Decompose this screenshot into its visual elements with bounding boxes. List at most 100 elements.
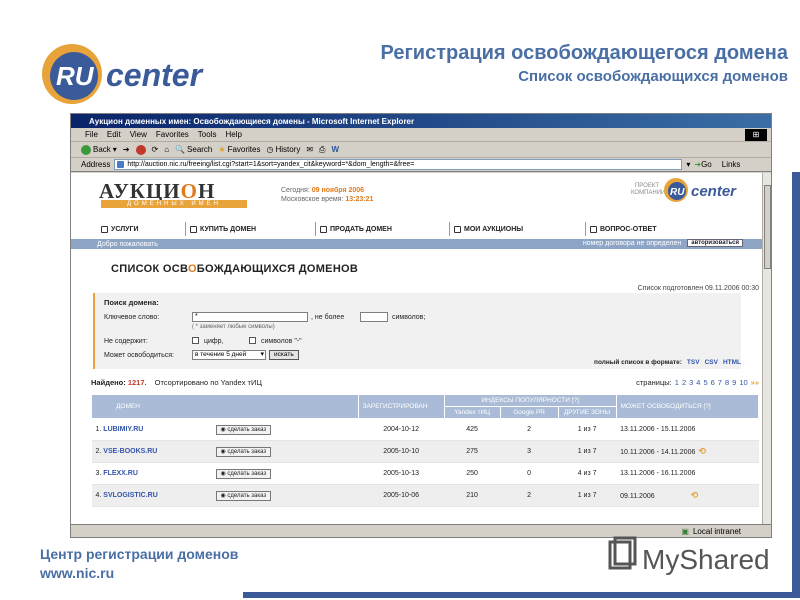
ru-center-small-logo[interactable]: RU center xyxy=(663,177,757,203)
address-input[interactable]: http://auction.nic.ru/freeing/list.cgi?s… xyxy=(114,159,683,170)
back-arrow-icon xyxy=(81,144,91,155)
registered-date: 2005-10-10 xyxy=(358,440,445,463)
exclude-digits-checkbox[interactable] xyxy=(192,337,199,344)
welcome-bar: Добро пожаловать номер договора не опред… xyxy=(71,239,763,249)
page-1-link[interactable]: 1 xyxy=(675,378,679,388)
intranet-icon: ▣ xyxy=(681,526,689,536)
nav-services[interactable]: УСЛУГИ xyxy=(97,222,185,236)
domain-link[interactable]: LUBIMIY.RU xyxy=(103,426,143,433)
table-row: 1. LUBIMIY.RU ◉ сделать заказ 2004-10-12… xyxy=(91,418,759,441)
col-registered-header[interactable]: ЗАРЕГИСТРИРОВАН xyxy=(357,394,445,419)
col-google-header[interactable]: Google PR xyxy=(499,406,559,419)
menu-edit[interactable]: Edit xyxy=(107,130,121,139)
refresh-button[interactable]: ⟳ xyxy=(152,145,159,154)
login-button[interactable]: авторизоваться xyxy=(687,239,743,247)
keyword-input[interactable]: * xyxy=(192,312,308,322)
menu-help[interactable]: Help xyxy=(225,130,241,139)
menu-file[interactable]: File xyxy=(85,130,98,139)
go-button[interactable]: ➔Go xyxy=(694,160,711,169)
search-submit-button[interactable]: искать xyxy=(269,350,299,360)
nav-faq[interactable]: ВОПРОС-ОТВЕТ xyxy=(585,222,737,236)
order-button[interactable]: ◉ сделать заказ xyxy=(215,446,272,457)
history-button[interactable]: ◷ History xyxy=(266,145,300,154)
refresh-icon: ⟳ xyxy=(151,145,159,154)
edit-button[interactable]: W xyxy=(331,145,339,154)
col-domain-header[interactable]: ДОМЕН xyxy=(91,394,359,419)
free-period-select[interactable]: в течение 5 дней xyxy=(192,350,266,360)
browser-toolbar: Back ▾ ➔ ⟳ ⌂ 🔍 Search ★ Favorites ◷ History… xyxy=(71,142,771,158)
ru-center-logo: RU center xyxy=(42,44,204,104)
page-4-link[interactable]: 4 xyxy=(696,378,700,388)
domain-link[interactable]: FLEXX.RU xyxy=(103,470,138,477)
nav-sell-domain[interactable]: ПРОДАТЬ ДОМЕН xyxy=(315,222,449,236)
free-period-value: 09.11.2006 xyxy=(620,493,655,500)
menu-tools[interactable]: Tools xyxy=(198,130,217,139)
exclude-label: Не содержит: xyxy=(104,338,148,345)
svg-text:center: center xyxy=(106,57,204,93)
row-number: 1. xyxy=(95,426,102,433)
order-button[interactable]: ◉ сделать заказ xyxy=(215,424,272,435)
page-9-link[interactable]: 9 xyxy=(732,378,736,388)
site-header: АУКЦИОН ДОМЕННЫХ ИМЕН Сегодня: 09 ноября… xyxy=(71,173,763,213)
services-icon xyxy=(101,225,108,233)
export-html-link[interactable]: HTML xyxy=(723,359,741,366)
favorites-button[interactable]: ★ Favorites xyxy=(218,145,260,154)
vertical-scrollbar[interactable] xyxy=(762,173,771,525)
col-yandex-header[interactable]: Yandex тИЦ xyxy=(443,406,501,419)
search-button[interactable]: 🔍 Search xyxy=(175,145,212,154)
menu-view[interactable]: View xyxy=(130,130,147,139)
stop-button[interactable] xyxy=(135,144,146,155)
star-icon: ★ xyxy=(218,145,226,154)
list-prepared-date: Список подготовлен 09.11.2006 00:30 xyxy=(637,285,759,292)
scrollbar-thumb[interactable] xyxy=(764,185,771,269)
refresh-status-icon: ⟲ xyxy=(698,446,706,456)
page-10-link[interactable]: 10 xyxy=(739,378,747,388)
browser-menubar: File Edit View Favorites Tools Help ⊞ xyxy=(71,128,771,142)
sell-icon xyxy=(320,225,327,233)
col-popularity-header[interactable]: ИНДЕКСЫ ПОПУЛЯРНОСТИ [?] xyxy=(443,394,617,407)
export-tsv-link[interactable]: TSV xyxy=(687,359,700,366)
page-7-link[interactable]: 7 xyxy=(718,378,722,388)
export-formats: полный список в формате: TSV CSV HTML xyxy=(594,359,741,366)
nav-my-auctions[interactable]: МОИ АУКЦИОНЫ xyxy=(449,222,585,236)
col-zones-header[interactable]: ДРУГИЕ ЗОНЫ xyxy=(557,406,617,419)
order-button[interactable]: ◉ сделать заказ xyxy=(215,490,272,501)
export-csv-link[interactable]: CSV xyxy=(705,359,718,366)
footer-org: Центр регистрации доменов xyxy=(40,546,239,562)
status-zone: Local intranet xyxy=(692,526,741,536)
keyword-label: Ключевое слово: xyxy=(104,314,160,321)
address-dropdown-icon[interactable]: ▾ xyxy=(686,160,690,169)
page-2-link[interactable]: 2 xyxy=(682,378,686,388)
links-button[interactable]: Links xyxy=(722,160,741,169)
domain-link[interactable]: SVLOGISTIC.RU xyxy=(103,492,157,499)
page-3-link[interactable]: 3 xyxy=(689,378,693,388)
home-button[interactable]: ⌂ xyxy=(164,145,169,154)
found-count: 1217. xyxy=(127,378,147,387)
page-6-link[interactable]: 6 xyxy=(711,378,715,388)
page-8-link[interactable]: 8 xyxy=(725,378,729,388)
table-header-row: ДОМЕН ЗАРЕГИСТРИРОВАН ИНДЕКСЫ ПОПУЛЯРНОС… xyxy=(91,394,760,419)
welcome-text: Добро пожаловать xyxy=(97,240,158,248)
exclude-dash-checkbox[interactable] xyxy=(249,337,256,344)
nav-buy-domain[interactable]: КУПИТЬ ДОМЕН xyxy=(185,222,315,236)
decor-bar-horizontal xyxy=(243,592,800,598)
forward-button[interactable]: ➔ xyxy=(123,145,130,154)
slide: RU center Регистрация освобождающегося д… xyxy=(0,0,800,600)
zones-value: 1 из 7 xyxy=(558,440,617,463)
pagination: страницы: 1 2 3 4 5 6 7 8 9 10 »» xyxy=(636,378,759,388)
col-free-header[interactable]: МОЖЕТ ОСВОБОДИТЬСЯ [?] xyxy=(615,394,760,419)
length-input[interactable] xyxy=(360,312,388,322)
slide-subtitle: Список освобождающихся доменов xyxy=(518,68,788,85)
next-pages-link[interactable]: »» xyxy=(751,378,759,388)
google-value: 3 xyxy=(500,440,559,463)
windows-logo-icon: ⊞ xyxy=(745,129,767,141)
no-more-label: , не более xyxy=(311,314,345,321)
page-5-link[interactable]: 5 xyxy=(703,378,707,388)
order-button[interactable]: ◉ сделать заказ xyxy=(215,468,272,479)
back-button[interactable]: Back ▾ xyxy=(81,144,117,155)
menu-favorites[interactable]: Favorites xyxy=(156,130,189,139)
domain-link[interactable]: VSE-BOOKS.RU xyxy=(103,448,157,455)
mail-button[interactable]: ✉ xyxy=(306,145,313,154)
print-button[interactable]: ⎙ xyxy=(319,145,325,155)
mail-icon: ✉ xyxy=(306,145,314,154)
